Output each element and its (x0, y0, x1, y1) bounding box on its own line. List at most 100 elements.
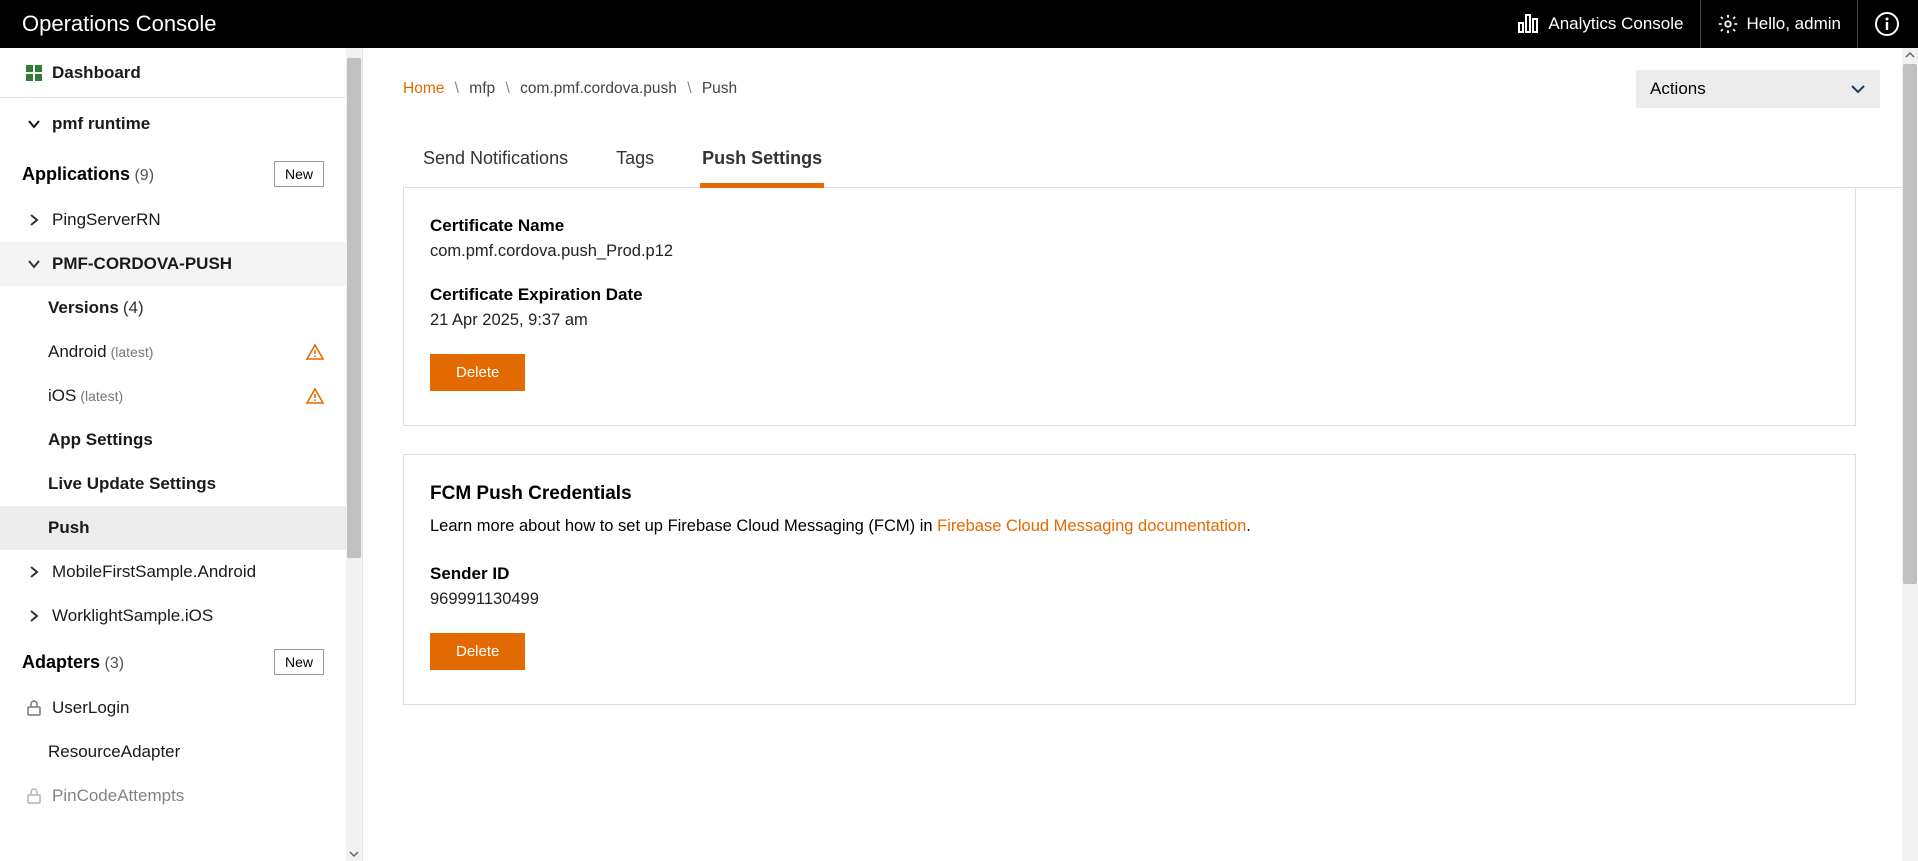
sidebar-push[interactable]: Push (0, 506, 346, 550)
sidebar-versions[interactable]: Versions (4) (0, 286, 346, 330)
breadcrumb-home[interactable]: Home (403, 80, 444, 97)
app-label: MobileFirstSample.Android (52, 562, 256, 582)
user-menu[interactable]: Hello, admin (1701, 0, 1859, 48)
sidebar-android[interactable]: Android (latest) (0, 330, 346, 374)
sidebar-ios[interactable]: iOS (latest) (0, 374, 346, 418)
fcm-desc: Learn more about how to set up Firebase … (430, 517, 1829, 536)
sidebar-dashboard[interactable]: Dashboard (0, 48, 346, 98)
apps-count: (9) (134, 167, 154, 184)
analytics-label: Analytics Console (1548, 14, 1683, 34)
main-content: Home \ mfp \ com.pmf.cordova.push \ Push… (363, 48, 1902, 861)
delete-fcm-button[interactable]: Delete (430, 633, 525, 670)
dashboard-icon (22, 65, 46, 81)
scrollbar-thumb[interactable] (1903, 64, 1917, 584)
app-label: PingServerRN (52, 210, 161, 230)
certificate-panel: Certificate Name com.pmf.cordova.push_Pr… (403, 188, 1856, 426)
sidebar-applications-header: Applications (9) New (0, 150, 346, 198)
tab-push-settings[interactable]: Push Settings (700, 148, 824, 188)
info-button[interactable] (1858, 0, 1900, 48)
chevron-down-icon (22, 258, 46, 270)
sidebar-app-worklight[interactable]: WorklightSample.iOS (0, 594, 346, 638)
app-label: PMF-CORDOVA-PUSH (52, 254, 232, 274)
fcm-desc-b: . (1246, 517, 1251, 535)
scroll-down-icon[interactable] (349, 849, 359, 859)
topbar-right: Analytics Console Hello, admin (1502, 0, 1900, 48)
breadcrumb: Home \ mfp \ com.pmf.cordova.push \ Push (403, 80, 737, 98)
app-label: WorklightSample.iOS (52, 606, 213, 626)
fcm-panel: FCM Push Credentials Learn more about ho… (403, 454, 1856, 705)
sidebar-adapter-resource[interactable]: ResourceAdapter (0, 730, 346, 774)
main-scrollbar[interactable] (1902, 48, 1918, 861)
tab-tags[interactable]: Tags (614, 148, 656, 187)
sidebar-scrollbar[interactable] (346, 48, 362, 861)
sidebar: Dashboard pmf runtime Applications (9) N… (0, 48, 363, 861)
versions-count: (4) (123, 298, 144, 318)
breadcrumb-app[interactable]: com.pmf.cordova.push (520, 80, 677, 97)
cert-name-value: com.pmf.cordova.push_Prod.p12 (430, 242, 1829, 261)
new-app-button[interactable]: New (274, 161, 324, 187)
breadcrumb-mfp[interactable]: mfp (469, 80, 495, 97)
cert-name-label: Certificate Name (430, 216, 1829, 236)
sidebar-adapters-header: Adapters (3) New (0, 638, 346, 686)
tab-send-notifications[interactable]: Send Notifications (421, 148, 570, 187)
bar-chart-icon (1518, 14, 1540, 34)
platform-label: Android (48, 342, 107, 362)
fcm-title: FCM Push Credentials (430, 483, 1829, 505)
chevron-down-icon (22, 117, 46, 131)
warning-icon (306, 387, 324, 405)
chevron-right-icon (22, 566, 46, 578)
chevron-down-icon (1850, 83, 1866, 95)
new-adapter-button[interactable]: New (274, 649, 324, 675)
breadcrumb-push: Push (702, 80, 737, 97)
info-icon (1874, 11, 1900, 37)
analytics-console-link[interactable]: Analytics Console (1502, 0, 1700, 48)
adapter-label: PinCodeAttempts (52, 786, 184, 806)
fcm-doc-link[interactable]: Firebase Cloud Messaging documentation (937, 517, 1246, 535)
breadcrumb-sep: \ (499, 80, 515, 97)
lock-icon (22, 788, 46, 804)
sidebar-adapter-userlogin[interactable]: UserLogin (0, 686, 346, 730)
sidebar-runtime[interactable]: pmf runtime (0, 98, 346, 150)
sidebar-app-settings[interactable]: App Settings (0, 418, 346, 462)
sidebar-app-mobilefirst[interactable]: MobileFirstSample.Android (0, 550, 346, 594)
gear-icon (1717, 13, 1739, 35)
apps-label: Applications (22, 164, 130, 184)
scroll-up-icon[interactable] (1905, 50, 1915, 60)
latest-label: (latest) (80, 388, 123, 404)
app-settings-label: App Settings (48, 430, 153, 450)
topbar: Operations Console Analytics Console Hel… (0, 0, 1918, 48)
latest-label: (latest) (111, 344, 154, 360)
cert-exp-label: Certificate Expiration Date (430, 285, 1829, 305)
dashboard-label: Dashboard (52, 63, 141, 83)
sender-id-value: 969991130499 (430, 590, 1829, 609)
breadcrumb-sep: \ (681, 80, 697, 97)
live-update-label: Live Update Settings (48, 474, 216, 494)
warning-icon (306, 343, 324, 361)
chevron-right-icon (22, 214, 46, 226)
adapters-label: Adapters (22, 652, 100, 672)
versions-label: Versions (48, 298, 119, 318)
chevron-right-icon (22, 610, 46, 622)
sender-id-label: Sender ID (430, 564, 1829, 584)
actions-dropdown[interactable]: Actions (1636, 70, 1880, 108)
cert-exp-value: 21 Apr 2025, 9:37 am (430, 311, 1829, 330)
tabs: Send Notifications Tags Push Settings (403, 148, 1902, 188)
sidebar-live-update[interactable]: Live Update Settings (0, 462, 346, 506)
lock-icon (22, 700, 46, 716)
actions-label: Actions (1650, 79, 1706, 99)
fcm-desc-a: Learn more about how to set up Firebase … (430, 517, 937, 535)
adapters-count: (3) (104, 655, 124, 672)
scrollbar-thumb[interactable] (347, 58, 361, 558)
sidebar-adapter-pincode[interactable]: PinCodeAttempts (0, 774, 346, 818)
sidebar-app-pingserver[interactable]: PingServerRN (0, 198, 346, 242)
delete-cert-button[interactable]: Delete (430, 354, 525, 391)
sidebar-app-pmfcordova[interactable]: PMF-CORDOVA-PUSH (0, 242, 346, 286)
console-title: Operations Console (22, 11, 1502, 37)
hello-label: Hello, admin (1747, 14, 1842, 34)
runtime-label: pmf runtime (52, 114, 150, 134)
adapter-label: ResourceAdapter (48, 742, 180, 762)
push-label: Push (48, 518, 90, 538)
adapter-label: UserLogin (52, 698, 130, 718)
platform-label: iOS (48, 386, 76, 406)
breadcrumb-sep: \ (449, 80, 465, 97)
